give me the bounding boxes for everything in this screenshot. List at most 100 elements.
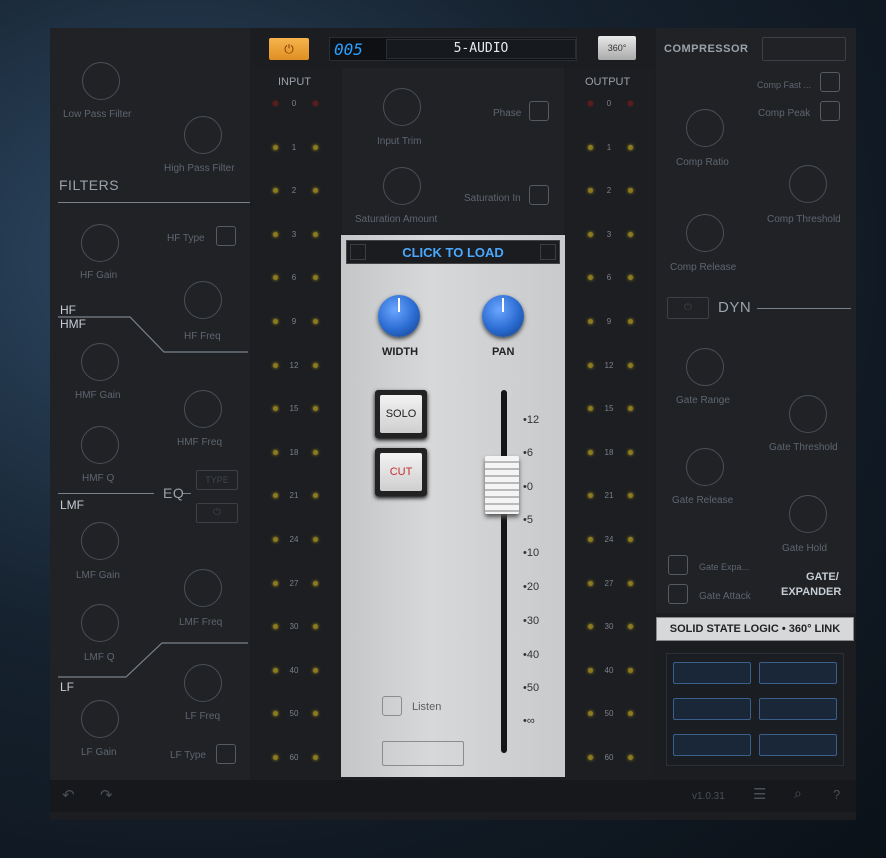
track-number: 005 [334, 40, 363, 59]
hf-gain-knob[interactable] [81, 224, 119, 262]
menu-icon[interactable]: ☰ [753, 785, 766, 803]
power-button[interactable]: ⏻ [269, 38, 309, 60]
low-pass-filter-knob[interactable] [82, 62, 120, 100]
solo-button[interactable]: SOLO [375, 390, 427, 438]
input-section-panel: Input Trim Phase Saturation Amount Satur… [342, 68, 564, 234]
output-meter-scale-tick: 6 [606, 273, 612, 282]
input-meter-scale-tick: 1 [291, 143, 297, 152]
eq-power-button[interactable]: ⏻ [196, 503, 238, 523]
width-knob-pointer [398, 298, 400, 312]
lmf-freq-label: LMF Freq [179, 617, 223, 628]
link-slot-3[interactable] [673, 698, 751, 720]
saturation-amount-label: Saturation Amount [355, 214, 438, 225]
track-name: 5-AUDIO [453, 41, 509, 56]
link-slot-4[interactable] [759, 698, 837, 720]
output-meter-scale-tick: 0 [606, 99, 612, 108]
gate-expander-label: Gate Expa... [699, 562, 750, 572]
high-pass-filter-knob[interactable] [184, 116, 222, 154]
channel-strip [341, 235, 565, 777]
output-meter-led [588, 624, 593, 629]
link-slot-2[interactable] [759, 662, 837, 684]
ssl-360-link-logo: SOLID STATE LOGIC • 360° LINK [656, 617, 854, 641]
input-meter-led [313, 537, 318, 542]
gate-attack-label: Gate Attack [699, 591, 751, 602]
fader-scale-mark: •10 [523, 547, 540, 559]
undo-icon[interactable]: ↶ [62, 786, 75, 804]
redo-icon[interactable]: ↷ [100, 786, 113, 804]
channel-name-box[interactable] [382, 741, 464, 766]
output-meter-scale-tick: 60 [604, 753, 614, 762]
output-meter-led [628, 711, 633, 716]
comp-release-knob[interactable] [686, 214, 724, 252]
listen-label: Listen [412, 701, 442, 713]
link-slot-1[interactable] [673, 662, 751, 684]
gate-threshold-knob[interactable] [789, 395, 827, 433]
gate-range-knob[interactable] [686, 348, 724, 386]
input-meter-led [273, 537, 278, 542]
view-360-button[interactable]: 360° [598, 36, 636, 60]
lf-freq-knob[interactable] [184, 664, 222, 702]
input-meter-led [313, 450, 318, 455]
input-meter-scale-tick: 30 [289, 622, 299, 631]
comp-ratio-knob[interactable] [686, 109, 724, 147]
output-meter-scale-tick: 30 [604, 622, 614, 631]
hmf-freq-knob[interactable] [184, 390, 222, 428]
gate-expander-checkbox[interactable] [668, 555, 688, 575]
gate-section-label-line1: GATE/ [806, 571, 839, 583]
comp-fast-checkbox[interactable] [820, 72, 840, 92]
gate-threshold-label: Gate Threshold [769, 442, 838, 453]
input-meter-led [273, 711, 278, 716]
gate-release-knob[interactable] [686, 448, 724, 486]
preset-next-icon[interactable] [540, 244, 556, 260]
lf-type-checkbox[interactable] [216, 744, 236, 764]
lf-gain-knob[interactable] [81, 700, 119, 738]
search-icon[interactable]: ⌕ [794, 785, 802, 802]
output-meter-scale-tick: 1 [606, 143, 612, 152]
saturation-amount-knob[interactable] [383, 167, 421, 205]
link-slot-6[interactable] [759, 734, 837, 756]
input-meter-scale-tick: 50 [289, 709, 299, 718]
solo-button-label: SOLO [380, 395, 422, 433]
input-meter-scale-tick: 2 [291, 186, 297, 195]
input-meter-scale-tick: 18 [289, 448, 299, 457]
lmf-freq-knob[interactable] [184, 569, 222, 607]
saturation-in-label: Saturation In [464, 193, 521, 204]
help-icon[interactable]: ? [833, 787, 840, 802]
hf-freq-label: HF Freq [184, 331, 221, 342]
link-slot-5[interactable] [673, 734, 751, 756]
dyn-power-button[interactable]: ⏻ [667, 297, 709, 319]
lmf-gain-knob[interactable] [81, 522, 119, 560]
phase-checkbox[interactable] [529, 101, 549, 121]
preset-bar[interactable]: CLICK TO LOAD [346, 240, 560, 264]
type-button[interactable]: TYPE [196, 470, 238, 490]
saturation-in-checkbox[interactable] [529, 185, 549, 205]
output-meter-led [588, 319, 593, 324]
hf-freq-knob[interactable] [184, 281, 222, 319]
fader-handle[interactable] [485, 456, 519, 514]
output-meter-scale-tick: 9 [606, 317, 612, 326]
comp-threshold-knob[interactable] [789, 165, 827, 203]
fader-scale-mark: •∞ [523, 715, 535, 727]
cut-button[interactable]: CUT [375, 448, 427, 496]
comp-release-label: Comp Release [670, 262, 737, 273]
lf-label: LF [60, 680, 75, 694]
width-knob[interactable] [378, 295, 420, 337]
pan-knob[interactable] [482, 295, 524, 337]
hmf-gain-knob[interactable] [81, 343, 119, 381]
gate-attack-checkbox[interactable] [668, 584, 688, 604]
gate-hold-knob[interactable] [789, 495, 827, 533]
listen-checkbox[interactable] [382, 696, 402, 716]
output-meter-led [588, 450, 593, 455]
output-meter-led [628, 232, 633, 237]
eq-filter-panel: Low Pass Filter High Pass Filter FILTERS… [50, 28, 250, 780]
cut-button-label: CUT [380, 453, 422, 491]
input-meter-led [313, 755, 318, 760]
hf-type-checkbox[interactable] [216, 226, 236, 246]
track-name-box[interactable]: 5-AUDIO [386, 39, 576, 59]
input-trim-knob[interactable] [383, 88, 421, 126]
lmf-q-knob[interactable] [81, 604, 119, 642]
comp-peak-checkbox[interactable] [820, 101, 840, 121]
output-meter-led [588, 537, 593, 542]
input-meter-scale-tick: 6 [291, 273, 297, 282]
hmf-q-knob[interactable] [81, 426, 119, 464]
